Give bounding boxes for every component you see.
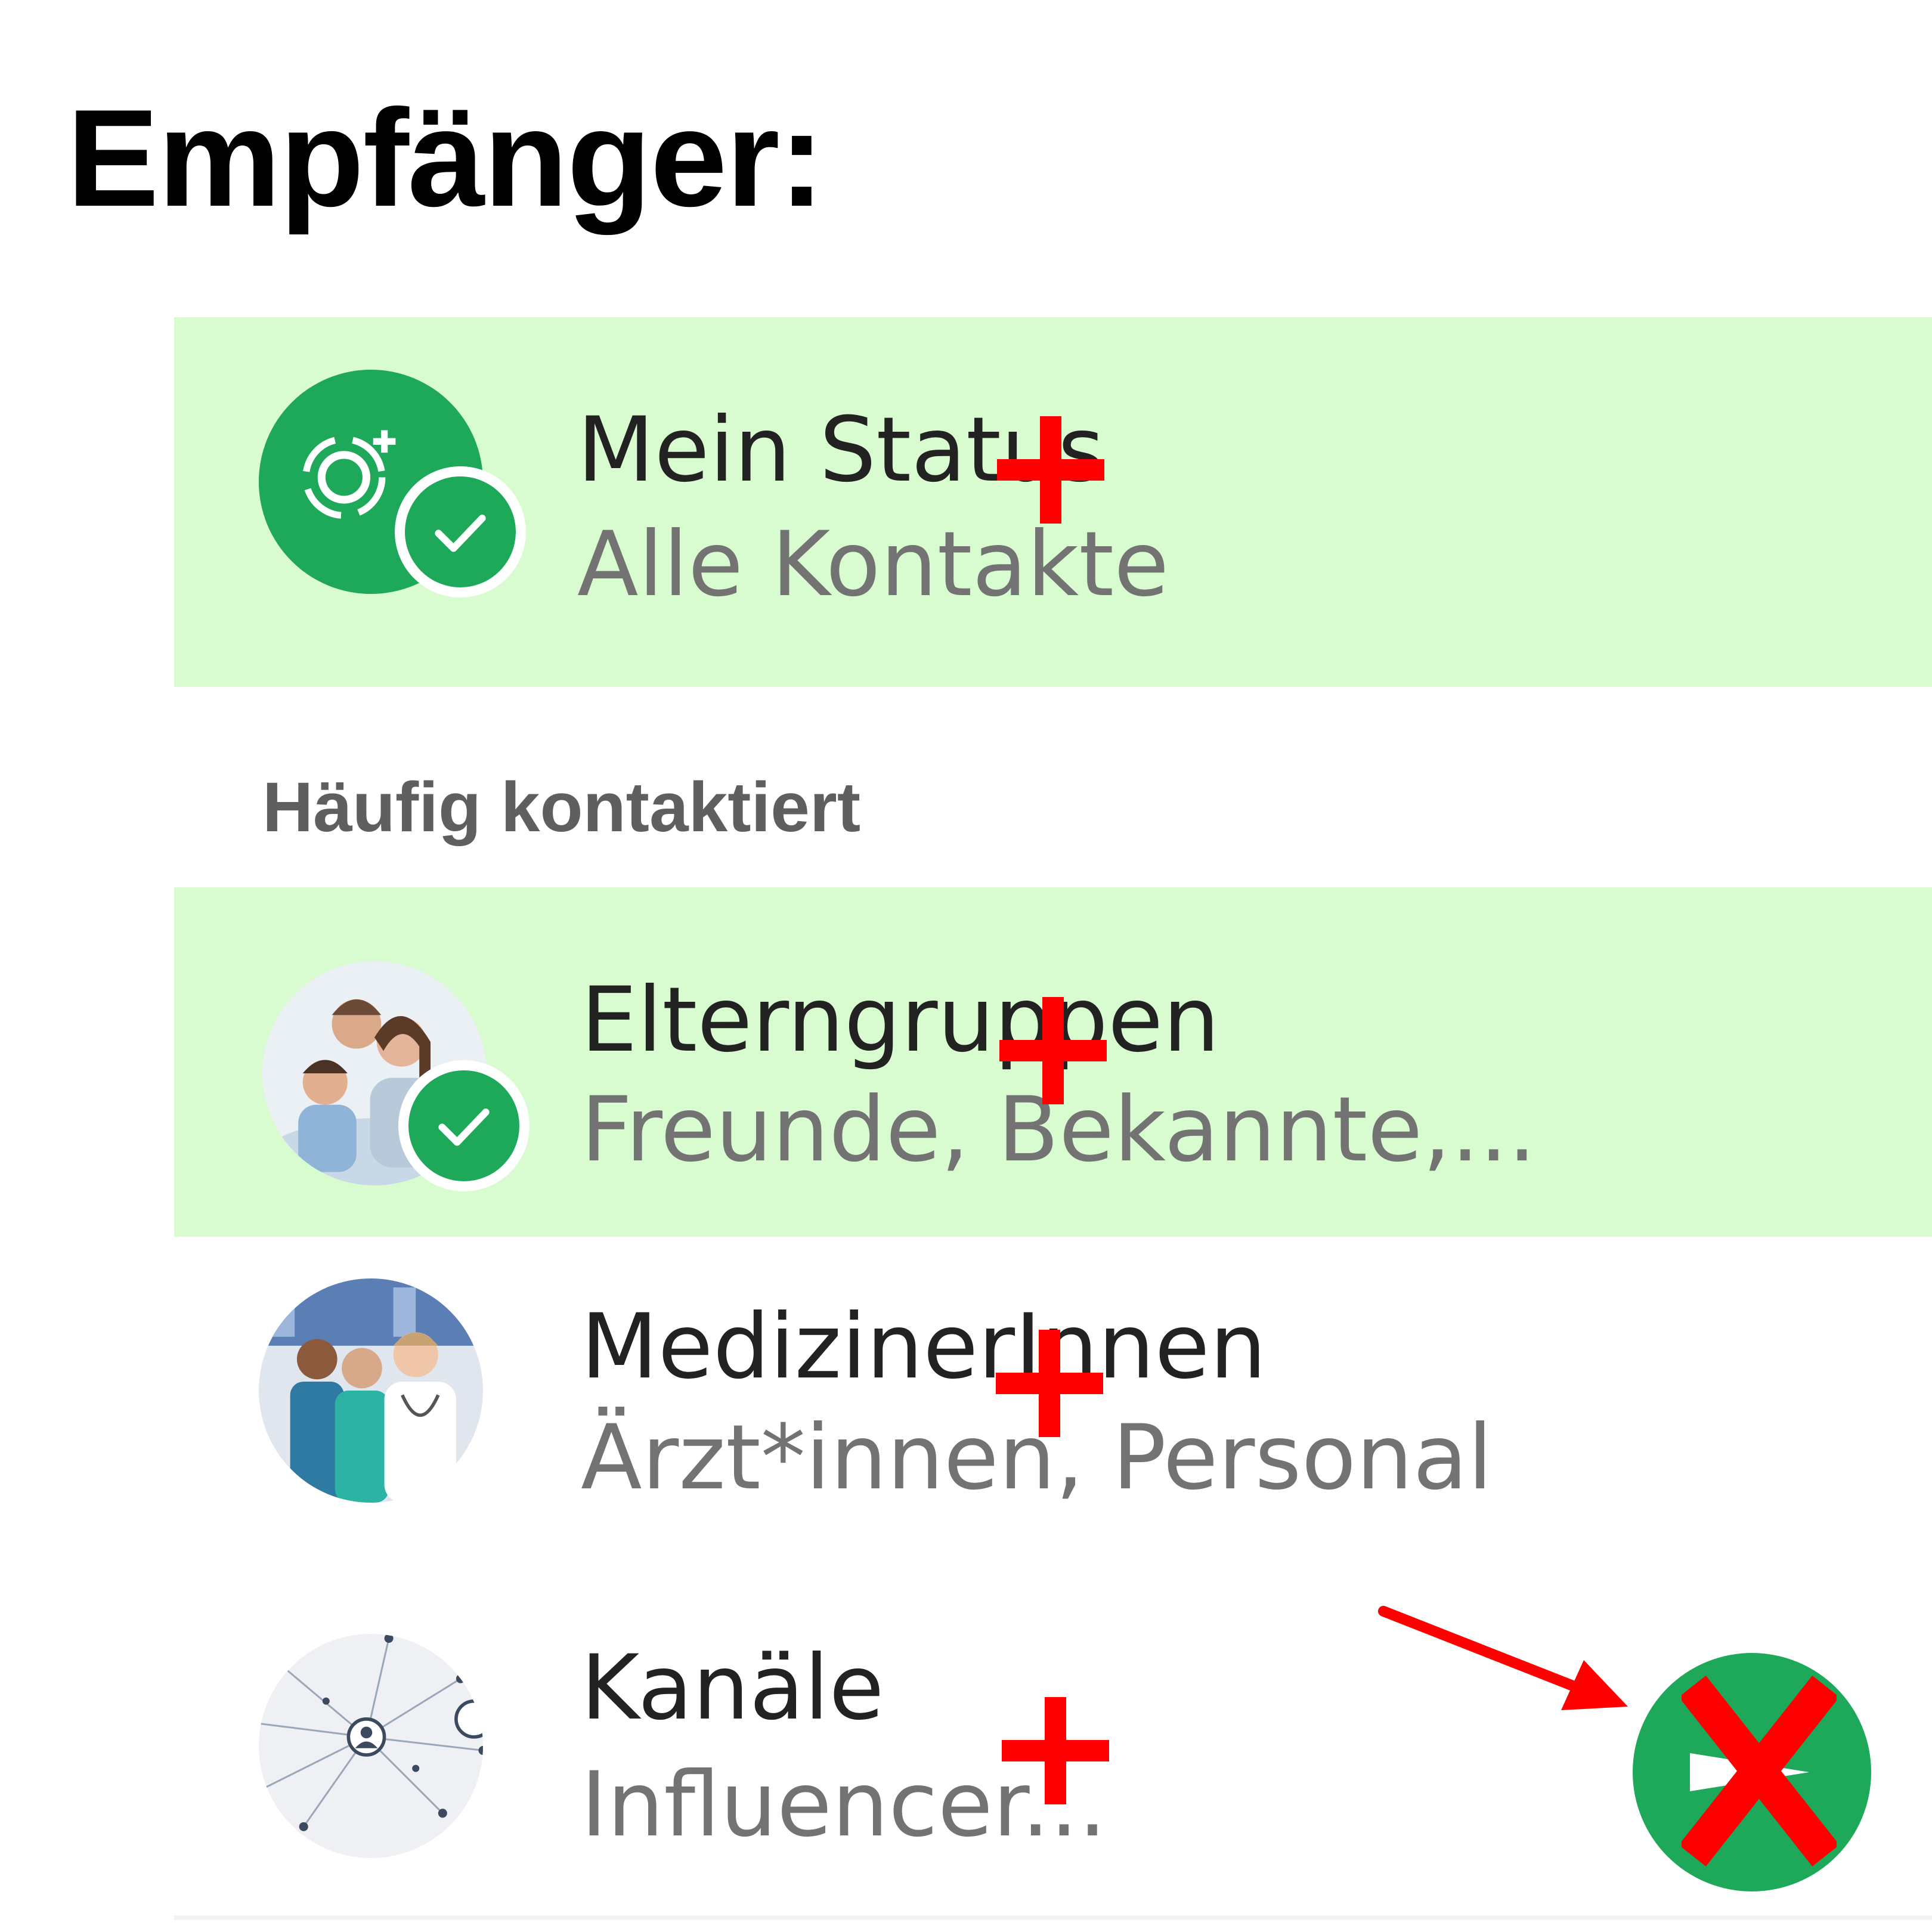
section-frequently-contacted: Häufig kontaktiert <box>262 768 861 847</box>
add-annotation-icon <box>996 1330 1103 1437</box>
contact-title: MedizinerInnen <box>581 1295 1267 1399</box>
arrow-annotation-icon <box>1378 1606 1628 1710</box>
page-title: Empfänger: <box>67 81 825 236</box>
medical-staff-avatar <box>259 1278 483 1503</box>
add-annotation-icon <box>997 416 1104 524</box>
selected-check-icon <box>395 466 526 597</box>
divider <box>174 1915 1932 1920</box>
add-annotation-icon <box>1002 1697 1109 1804</box>
selected-check-icon <box>398 1060 530 1191</box>
contact-title: Elterngruppen <box>581 968 1220 1072</box>
my-status-subtitle: Alle Kontakte <box>577 513 1169 617</box>
red-x-annotation-icon <box>1682 1676 1837 1866</box>
add-annotation-icon <box>999 997 1107 1104</box>
network-avatar <box>259 1634 483 1858</box>
contact-title: Kanäle <box>581 1636 884 1740</box>
